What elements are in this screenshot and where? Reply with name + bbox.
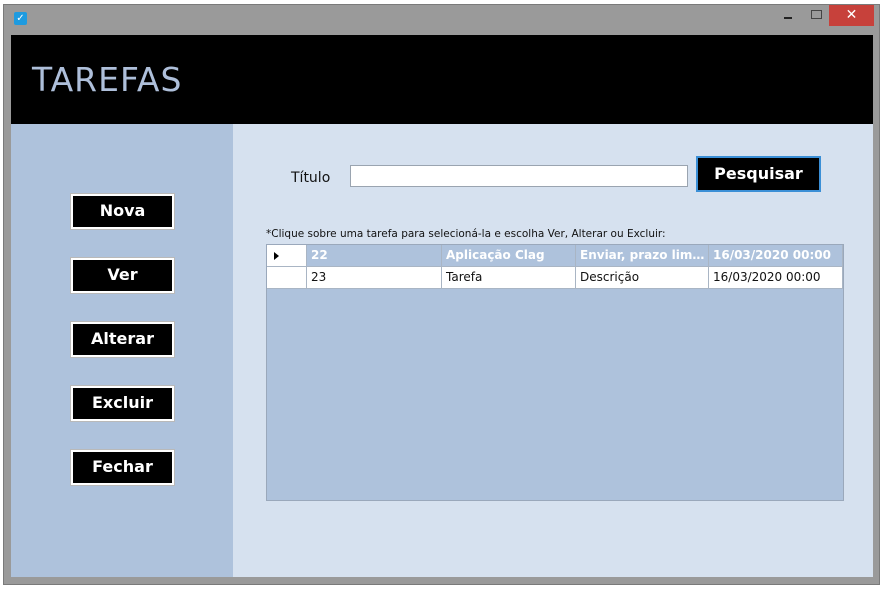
excluir-button[interactable]: Excluir (70, 385, 175, 422)
table-cell[interactable]: 16/03/2020 00:00 (709, 245, 843, 267)
table-row[interactable]: 22 Aplicação Clag Enviar, prazo limite 1… (267, 245, 843, 267)
table-cell[interactable]: Aplicação Clag (442, 245, 576, 267)
sidebar: Nova Ver Alterar Excluir Fechar (11, 124, 233, 577)
alterar-button[interactable]: Alterar (70, 321, 175, 358)
close-icon: ✕ (845, 7, 858, 23)
pesquisar-button[interactable]: Pesquisar (696, 156, 821, 192)
table-cell[interactable]: 23 (307, 267, 442, 289)
close-button[interactable]: ✕ (829, 5, 874, 26)
row-selector[interactable] (267, 267, 307, 289)
tasks-table[interactable]: 22 Aplicação Clag Enviar, prazo limite 1… (266, 244, 844, 501)
minimize-button[interactable] (775, 5, 801, 26)
instruction-text: *Clique sobre uma tarefa para selecioná-… (266, 228, 666, 240)
table-cell[interactable]: Tarefa (442, 267, 576, 289)
table-cell[interactable]: 16/03/2020 00:00 (709, 267, 843, 289)
main-window: ✓ ✕ TAREFAS Nova Ver Alterar Excluir Fec… (3, 4, 880, 585)
current-row-arrow-icon (274, 252, 279, 260)
maximize-button[interactable] (803, 5, 829, 26)
header-banner: TAREFAS (11, 35, 873, 124)
table-row[interactable]: 23 Tarefa Descrição 16/03/2020 00:00 (267, 267, 843, 289)
table-cell[interactable]: Enviar, prazo limite (576, 245, 709, 267)
nova-button[interactable]: Nova (70, 193, 175, 230)
titulo-search-input[interactable] (350, 165, 688, 187)
fechar-button[interactable]: Fechar (70, 449, 175, 486)
client-area: TAREFAS Nova Ver Alterar Excluir Fechar … (11, 35, 873, 577)
page-title: TAREFAS (32, 60, 183, 99)
title-bar[interactable]: ✓ ✕ (4, 5, 879, 35)
table-cell[interactable]: Descrição (576, 267, 709, 289)
ver-button[interactable]: Ver (70, 257, 175, 294)
titulo-label: Título (291, 170, 331, 186)
table-cell[interactable]: 22 (307, 245, 442, 267)
app-check-icon: ✓ (14, 12, 27, 25)
row-selector[interactable] (267, 245, 307, 267)
